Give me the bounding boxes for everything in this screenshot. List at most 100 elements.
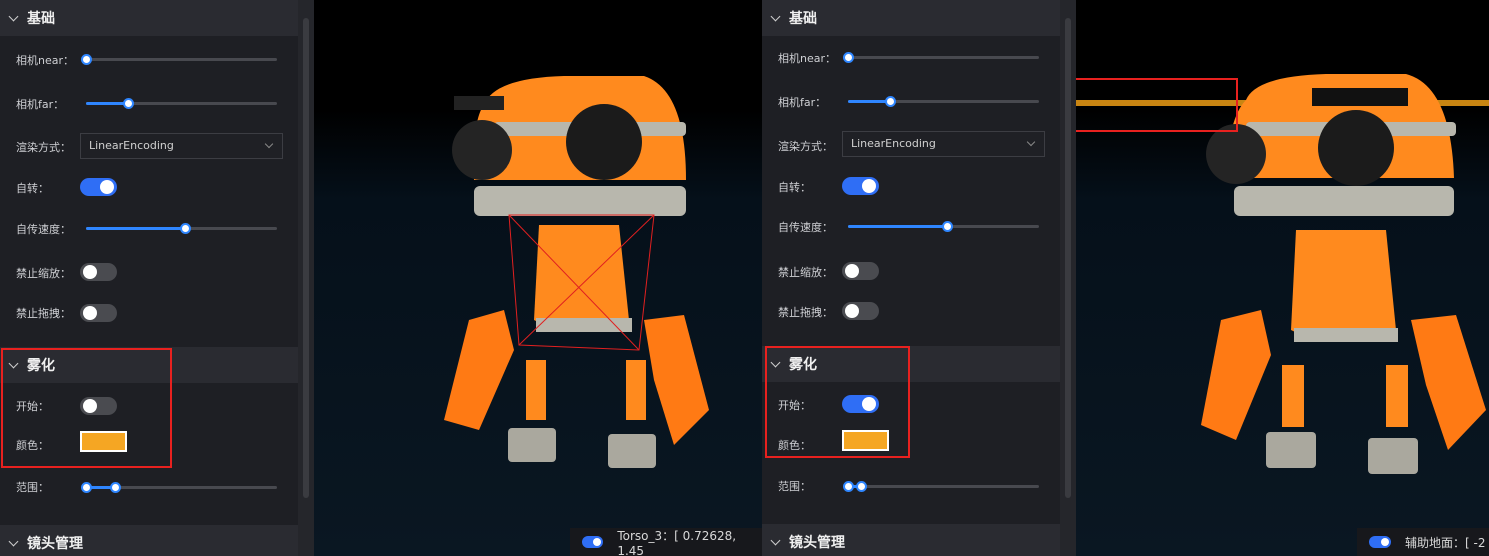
rotate-label: 自转： [778,181,811,194]
robot-foot-right [1368,438,1418,474]
drag-label: 禁止拖拽： [16,307,71,320]
range-thumb-min[interactable] [81,482,92,493]
head-band-bottom [1234,186,1454,216]
near-slider[interactable] [843,52,1039,63]
section-basic-title: 基础 [27,11,55,27]
status-toggle[interactable] [582,536,604,548]
torso-band [1294,328,1398,342]
3d-viewport[interactable] [1076,0,1489,556]
speed-slider[interactable] [86,223,277,234]
toggle-knob [845,264,859,278]
slider-thumb[interactable] [942,221,954,232]
scroll-thumb[interactable] [303,18,309,498]
speed-slider[interactable] [848,221,1039,232]
toggle-knob [845,304,859,318]
robot-torso [1291,230,1396,342]
section-camera-title: 镜头管理 [789,535,845,551]
render-select[interactable]: LinearEncoding [80,133,283,159]
slider-thumb[interactable] [123,98,135,109]
robot-model [1201,74,1486,474]
slider-fill [848,100,891,103]
slider-fill [86,227,186,230]
robot-arm-right [644,315,709,445]
far-slider[interactable] [86,98,277,109]
head-visor [1312,88,1408,106]
status-bar: 辅助地面：[ -2 [1357,528,1489,556]
slider-thumb[interactable] [885,96,897,107]
slider-fill [86,102,129,105]
fog-range-slider[interactable] [843,481,1039,492]
render-select-value: LinearEncoding [89,139,174,152]
status-bar: Torso_3：[ 0.72628, 1.45 [570,528,762,556]
chevron-down-icon [8,536,19,546]
range-thumb-min[interactable] [843,481,854,492]
section-camera-header[interactable]: 镜头管理 [0,525,298,556]
fog-range-label: 范围： [16,481,49,494]
chevron-down-icon [770,535,781,545]
chevron-down-icon [770,11,781,21]
toggle-knob [83,306,97,320]
chevron-down-icon [1026,137,1036,147]
section-basic-header[interactable]: 基础 [0,0,298,36]
robot-torso [534,225,629,330]
near-label: 相机near： [16,54,75,67]
rotate-toggle[interactable] [80,178,117,196]
range-thumb-max[interactable] [856,481,868,492]
drag-toggle[interactable] [80,304,117,322]
render-label: 渲染方式： [778,140,833,153]
status-text: 辅助地面：[ -2 [1405,535,1486,550]
toggle-knob [862,179,876,193]
robot-foot-left [1266,432,1316,468]
3d-viewport[interactable] [314,0,762,556]
robot-arm-left [444,310,514,430]
slider-thumb[interactable] [180,223,192,234]
render-select-value: LinearEncoding [851,137,936,150]
robot-leg-left [526,360,546,420]
section-camera-header[interactable]: 镜头管理 [762,524,1060,556]
status-text: Torso_3：[ 0.72628, 1.45 [617,528,737,556]
section-basic-title: 基础 [789,11,817,27]
speed-label: 自传速度： [778,221,833,234]
robot-foot-left [508,428,556,462]
robot-arm-left [1201,310,1271,440]
settings-panel: 基础 相机near： 相机far： 渲染方式： LinearEncoding 自… [762,0,1060,556]
slider-thumb[interactable] [81,54,92,65]
scroll-thumb[interactable] [1065,18,1071,498]
chevron-down-icon [264,139,274,149]
fog-range-slider[interactable] [81,482,277,493]
panel-scrollbar[interactable] [1060,0,1076,556]
near-slider[interactable] [81,54,277,65]
drag-toggle[interactable] [842,302,879,320]
range-thumb-max[interactable] [109,482,121,493]
robot-eye-left [452,120,512,180]
zoom-label: 禁止缩放： [778,266,833,279]
toggle-knob [100,180,114,194]
fog-highlight-box [765,346,910,458]
robot-model [444,76,709,468]
rotate-toggle[interactable] [842,177,879,195]
helper-ground-highlight-box [1076,78,1238,132]
head-band-bottom [474,186,686,216]
robot-arm-right [1411,315,1486,450]
status-toggle[interactable] [1369,536,1391,548]
robot-eye-left [1206,124,1266,184]
robot-leg-right [626,360,646,420]
panel-scrollbar[interactable] [298,0,314,556]
section-basic-header[interactable]: 基础 [762,0,1060,36]
render-select[interactable]: LinearEncoding [842,131,1045,157]
robot-antenna [454,96,504,110]
far-label: 相机far： [16,98,65,111]
robot-foot-right [608,434,656,468]
render-label: 渲染方式： [16,141,71,154]
robot-eye-right [1318,110,1394,186]
near-label: 相机near： [778,52,837,65]
zoom-toggle[interactable] [842,262,879,280]
zoom-toggle[interactable] [80,263,117,281]
drag-label: 禁止拖拽： [778,306,833,319]
slider-thumb[interactable] [843,52,854,63]
chevron-down-icon [8,11,19,21]
far-label: 相机far： [778,96,827,109]
fog-highlight-box [1,348,172,468]
slider-fill [848,225,948,228]
far-slider[interactable] [848,96,1039,107]
